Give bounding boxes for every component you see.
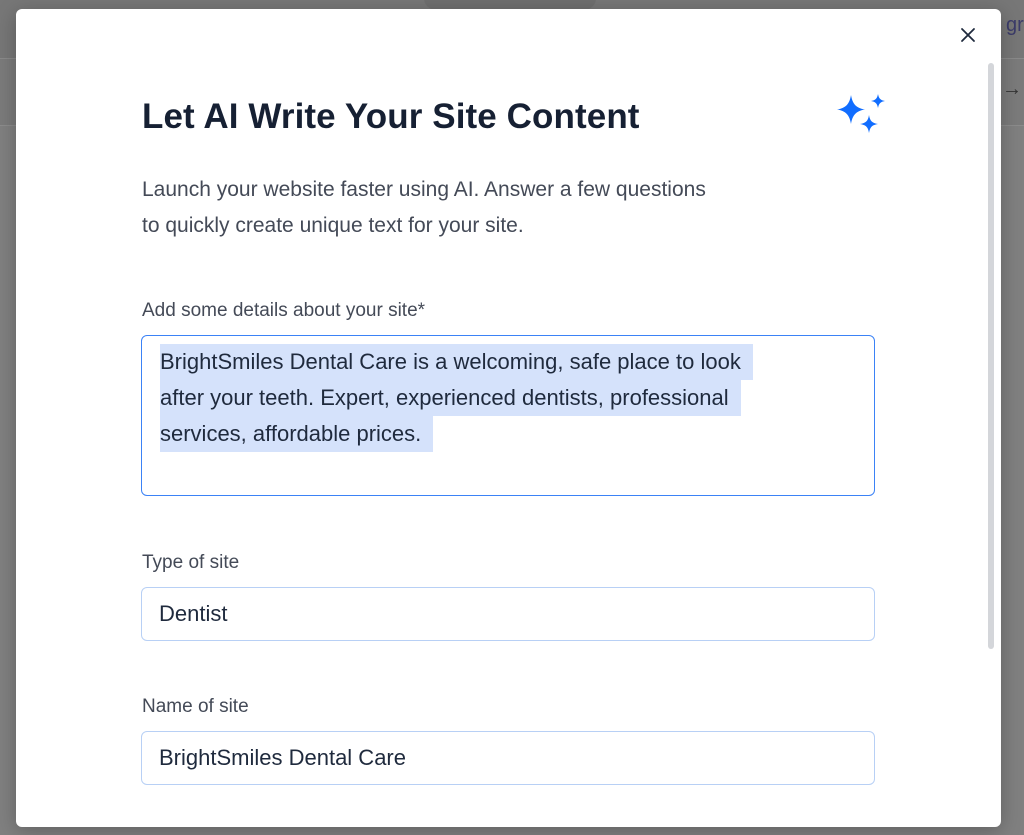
modal-title: Let AI Write Your Site Content — [142, 97, 640, 136]
editor-edge-text: gr — [1006, 14, 1024, 36]
ai-content-modal: Let AI Write Your Site Content Launch yo… — [16, 9, 1001, 827]
details-textarea[interactable]: BrightSmiles Dental Care is a welcoming,… — [141, 335, 875, 496]
details-text-line: after your teeth. Expert, experienced de… — [160, 380, 741, 416]
subtitle-line: to quickly create unique text for your s… — [142, 214, 524, 237]
scrollbar-thumb[interactable] — [988, 63, 994, 649]
site-type-input[interactable] — [141, 587, 875, 641]
site-type-label: Type of site — [142, 552, 240, 573]
details-text-line: BrightSmiles Dental Care is a welcoming,… — [160, 344, 753, 380]
subtitle-line: Launch your website faster using AI. Ans… — [142, 178, 706, 201]
details-label: Add some details about your site* — [142, 300, 426, 321]
editor-edge-arrow-icon: → — [1002, 78, 1022, 100]
close-icon — [961, 28, 975, 42]
modal-subtitle: Launch your website faster using AI. Ans… — [142, 172, 842, 244]
site-name-label: Name of site — [142, 696, 249, 717]
details-text-line: services, affordable prices. — [160, 416, 434, 452]
close-button[interactable] — [956, 23, 980, 47]
modal-scrollbar[interactable] — [986, 61, 996, 827]
sparkles-icon — [837, 94, 885, 133]
site-name-input[interactable] — [141, 731, 875, 785]
